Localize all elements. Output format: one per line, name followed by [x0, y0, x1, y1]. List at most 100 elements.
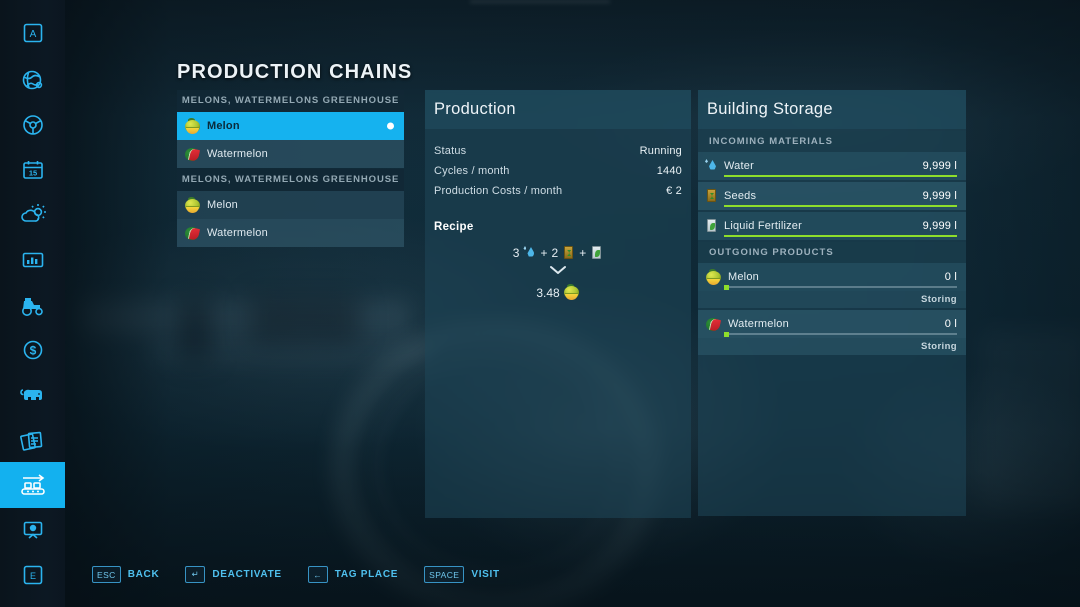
sidebar-item-radio[interactable]	[0, 507, 65, 553]
stat-row-cycles: Cycles / month 1440	[434, 161, 682, 181]
production-panel: Production Status Running Cycles / month…	[425, 90, 691, 518]
melon-icon	[184, 117, 201, 135]
storage-row-value: 9,999 l	[922, 190, 957, 202]
sidebar-item-contracts[interactable]	[0, 417, 65, 463]
sidebar-item-animals[interactable]	[0, 372, 65, 418]
sidebar-item-globe[interactable]	[0, 57, 65, 103]
sidebar-item-map-overview[interactable]: A	[0, 10, 65, 56]
storage-row-value: 0 l	[944, 271, 957, 283]
storage-row-label: Watermelon	[728, 318, 789, 330]
production-chains-screen: A 15 $ E PRODUCTION CHAINS MELONS, WATER…	[0, 0, 1080, 607]
chain-row-label: Watermelon	[207, 227, 268, 239]
watermelon-icon	[184, 146, 201, 163]
storage-bar-fill	[724, 331, 729, 337]
recipe-output-amount: 3.48	[536, 285, 560, 300]
recipe-heading: Recipe	[434, 221, 474, 233]
chain-row-watermelon-1[interactable]: Watermelon	[177, 140, 404, 168]
storage-row-label: Water	[724, 160, 754, 172]
dollar-coin-icon: $	[23, 340, 42, 360]
chain-group-header: MELONS, WATERMELONS GREENHOUSE	[177, 90, 404, 112]
chain-row-melon-2[interactable]: Melon	[177, 191, 404, 219]
storage-row-seeds[interactable]: Seeds 9,999 l	[698, 182, 966, 210]
chain-group-header: MELONS, WATERMELONS GREENHOUSE	[177, 169, 404, 191]
chain-row-melon-1[interactable]: Melon	[177, 112, 404, 140]
storage-bar-track	[724, 234, 957, 237]
stat-row-status: Status Running	[434, 141, 682, 161]
help-item-visit[interactable]: SPACE VISIT	[424, 566, 500, 583]
chain-row-label: Watermelon	[207, 148, 268, 160]
production-panel-header: Production	[425, 90, 691, 129]
keycap-enter: ↵	[185, 566, 206, 583]
help-item-tag-place[interactable]: ← TAG PLACE	[307, 566, 398, 583]
help-item-deactivate[interactable]: ↵ DEACTIVATE	[185, 566, 281, 583]
recipe-plus-2: +	[579, 246, 587, 260]
bar-chart-icon	[22, 252, 43, 268]
sidebar-item-vehicles[interactable]	[0, 282, 65, 328]
liquid-fertilizer-icon	[590, 246, 603, 260]
radio-icon	[23, 521, 42, 539]
water-drop-icon	[705, 159, 718, 173]
left-sidebar: A 15 $ E	[0, 0, 65, 607]
melon-icon	[184, 196, 201, 214]
storage-row-liquid-fertilizer[interactable]: Liquid Fertilizer 9,999 l	[698, 212, 966, 240]
storage-row-melon[interactable]: Melon 0 l	[698, 263, 966, 291]
storage-panel-title: Building Storage	[707, 100, 833, 118]
stat-row-costs: Production Costs / month € 2	[434, 181, 682, 201]
production-stats-list: Status Running Cycles / month 1440 Produ…	[425, 129, 691, 201]
storage-row-value: 9,999 l	[922, 220, 957, 232]
section-header-incoming: INCOMING MATERIALS	[698, 131, 966, 152]
production-chain-list: MELONS, WATERMELONS GREENHOUSE Melon Wat…	[177, 90, 404, 247]
keycap-space: SPACE	[424, 566, 465, 583]
chain-row-watermelon-2[interactable]: Watermelon	[177, 219, 404, 247]
storage-row-status-melon: Storing	[698, 291, 966, 308]
storage-row-water[interactable]: Water 9,999 l	[698, 152, 966, 180]
building-storage-panel: Building Storage INCOMING MATERIALS Wate…	[698, 90, 966, 516]
section-header-outgoing: OUTGOING PRODUCTS	[698, 242, 966, 263]
storage-bar-track	[724, 331, 957, 337]
chevron-down-icon	[550, 266, 566, 274]
help-item-back[interactable]: ESC BACK	[92, 566, 159, 583]
help-bar: ESC BACK ↵ DEACTIVATE ← TAG PLACE SPACE …	[92, 566, 500, 583]
sidebar-item-settings-e[interactable]: E	[0, 552, 65, 598]
stat-value: Running	[639, 145, 682, 157]
recipe-input-amount-water: 3	[512, 246, 520, 260]
sidebar-item-finances[interactable]: $	[0, 327, 65, 373]
storage-row-value: 9,999 l	[922, 160, 957, 172]
weather-cloud-sun-icon	[20, 204, 46, 222]
water-drop-icon	[523, 246, 536, 260]
stat-key: Status	[434, 145, 467, 157]
seeds-icon	[562, 246, 575, 260]
sidebar-item-vehicle-steering[interactable]	[0, 102, 65, 148]
help-label-back: BACK	[127, 569, 160, 580]
storage-row-label: Melon	[728, 271, 759, 283]
cow-icon	[19, 389, 42, 400]
conveyor-belt-icon	[20, 474, 45, 495]
watermelon-icon	[705, 316, 722, 333]
keycap-esc: ESC	[92, 566, 121, 583]
watermelon-icon	[184, 225, 201, 242]
storage-row-value: 0 l	[944, 318, 957, 330]
steering-wheel-icon	[22, 115, 43, 135]
globe-icon	[22, 70, 42, 90]
chain-row-label: Melon	[207, 199, 238, 211]
recipe-output-row: 3.48	[425, 284, 691, 301]
stat-value: € 2	[666, 185, 682, 197]
storage-panel-header: Building Storage	[698, 90, 966, 129]
svg-text:E: E	[29, 571, 35, 581]
letter-a-icon: A	[23, 23, 42, 43]
svg-text:A: A	[29, 29, 36, 40]
liquid-fertilizer-icon	[705, 219, 718, 233]
storage-row-watermelon[interactable]: Watermelon 0 l	[698, 310, 966, 338]
melon-icon	[563, 284, 580, 301]
sidebar-item-weather[interactable]	[0, 192, 65, 238]
letter-e-icon: E	[23, 565, 42, 585]
seeds-icon	[705, 189, 718, 203]
sidebar-item-statistics[interactable]	[0, 237, 65, 283]
sidebar-item-production-chains[interactable]	[0, 462, 65, 508]
storage-bar-fill	[724, 204, 957, 207]
page-title: PRODUCTION CHAINS	[177, 61, 413, 83]
recipe-input-amount-seeds: 2	[551, 246, 559, 260]
calendar-icon: 15	[22, 161, 43, 179]
sidebar-item-calendar[interactable]: 15	[0, 147, 65, 193]
stat-key: Cycles / month	[434, 165, 510, 177]
